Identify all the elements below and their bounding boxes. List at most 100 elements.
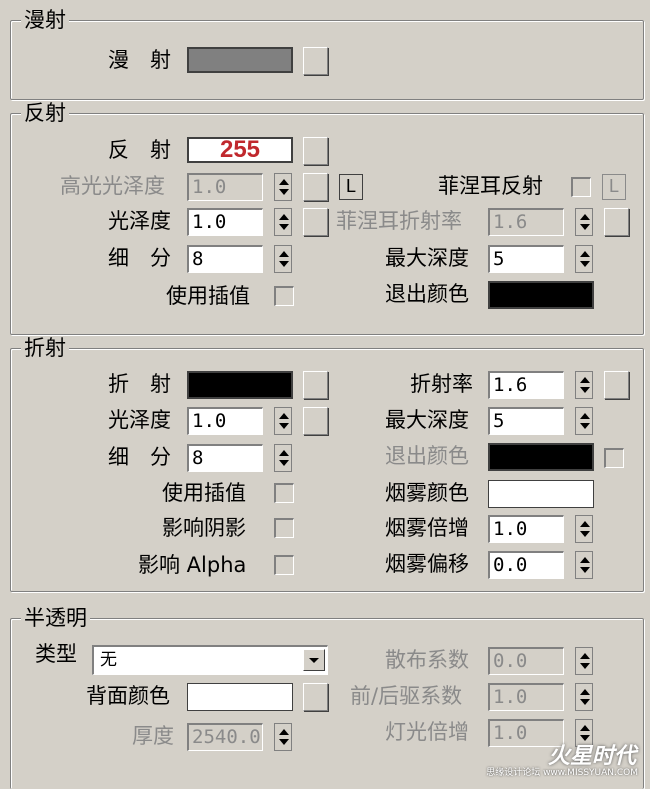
refraction-max-depth-spinner[interactable] [575,407,593,435]
back-color-label: 背面颜色 [86,684,170,708]
spin-up-icon [580,521,590,527]
spin-up-icon [279,251,289,257]
refraction-gloss-input[interactable]: 1.0 [187,407,263,435]
reflection-use-interp-checkbox[interactable] [274,286,294,306]
reflection-exit-color-label: 退出颜色 [385,282,469,306]
fresnel-reflection-checkbox[interactable] [571,177,591,197]
scatter-coeff-spinner[interactable] [575,647,593,675]
thickness-label: 厚度 [132,724,174,748]
reflection-label: 反 射 [108,138,171,162]
diffuse-color-swatch[interactable] [187,47,293,73]
refraction-gloss-spinner[interactable] [274,407,292,435]
refraction-color-swatch[interactable] [187,371,293,399]
fog-multiplier-spinner[interactable] [575,515,593,543]
reflection-color-swatch[interactable]: 255 [187,137,293,163]
spin-down-icon [580,663,590,669]
spin-down-icon [580,261,590,267]
spin-down-icon [580,699,590,705]
spin-up-icon [580,557,590,563]
spin-up-icon [580,725,590,731]
refraction-gloss-map-button[interactable] [303,407,328,435]
reflection-gloss-input[interactable]: 1.0 [187,208,263,236]
spin-up-icon [279,179,289,185]
affect-shadows-checkbox[interactable] [274,518,294,538]
back-color-swatch[interactable] [187,683,293,711]
affect-alpha-label: 影响 Alpha [138,553,247,577]
reflection-max-depth-input[interactable]: 5 [488,245,564,273]
spin-down-icon [580,531,590,537]
fog-bias-input[interactable]: 0.0 [488,551,564,579]
scatter-coeff-label: 散布系数 [385,648,469,672]
refraction-map-button[interactable] [303,371,328,399]
hilight-gloss-map-button[interactable] [303,173,328,201]
fwd-bck-coeff-input[interactable]: 1.0 [488,683,564,711]
spin-down-icon [580,567,590,573]
back-color-map-button[interactable] [303,683,328,711]
spin-down-icon [279,460,289,466]
reflection-subdivs-input[interactable]: 8 [187,245,263,273]
spin-down-icon [580,387,590,393]
hilight-lock-button[interactable]: L [339,174,363,200]
refraction-exit-color-swatch[interactable] [488,443,594,471]
reflection-max-depth-label: 最大深度 [385,246,469,270]
translucency-type-select[interactable]: 无 [92,645,328,675]
watermark-subtext: 思缘设计论坛 www.MISSYUAN.COM [486,768,638,778]
spin-down-icon [279,423,289,429]
ior-input[interactable]: 1.6 [488,371,564,399]
ior-label: 折射率 [410,372,473,396]
refraction-label: 折 射 [108,372,171,396]
reflection-gloss-spinner[interactable] [274,208,292,236]
fresnel-ior-spinner[interactable] [575,208,593,236]
fwd-bck-coeff-spinner[interactable] [575,683,593,711]
refraction-subdivs-spinner[interactable] [274,444,292,472]
spin-up-icon [580,377,590,383]
spin-up-icon [580,214,590,220]
spin-down-icon [279,224,289,230]
spin-down-icon [279,189,289,195]
spin-up-icon [279,413,289,419]
refraction-exit-color-label: 退出颜色 [385,444,469,468]
reflection-map-button[interactable] [303,137,328,165]
fog-bias-label: 烟雾偏移 [385,552,469,576]
spin-up-icon [279,214,289,220]
fog-multiplier-label: 烟雾倍增 [385,516,469,540]
spin-down-icon [580,423,590,429]
spin-down-icon [580,224,590,230]
refraction-max-depth-label: 最大深度 [385,408,469,432]
refraction-gloss-label: 光泽度 [108,408,171,432]
fog-color-swatch[interactable] [488,480,594,508]
diffuse-label: 漫 射 [108,48,171,72]
spin-up-icon [580,413,590,419]
refraction-subdivs-label: 细 分 [108,445,171,469]
spin-down-icon [279,261,289,267]
thickness-input[interactable]: 2540.0 [187,723,263,751]
ior-spinner[interactable] [575,371,593,399]
reflection-exit-color-swatch[interactable] [488,281,594,309]
reflection-gloss-map-button[interactable] [303,208,328,236]
ior-map-button[interactable] [604,371,629,399]
refraction-max-depth-input[interactable]: 5 [488,407,564,435]
affect-alpha-checkbox[interactable] [274,555,294,575]
refraction-subdivs-input[interactable]: 8 [187,444,263,472]
reflection-use-interp-label: 使用插值 [166,284,250,308]
reflection-max-depth-spinner[interactable] [575,245,593,273]
refraction-exit-color-checkbox[interactable] [604,448,624,468]
hilight-gloss-spinner[interactable] [274,173,292,201]
refraction-use-interp-checkbox[interactable] [274,483,294,503]
fog-bias-spinner[interactable] [575,551,593,579]
spin-up-icon [580,251,590,257]
fog-multiplier-input[interactable]: 1.0 [488,515,564,543]
reflection-group-title: 反射 [21,101,69,125]
thickness-spinner[interactable] [274,723,292,751]
diffuse-map-button[interactable] [303,47,328,75]
fresnel-ior-map-button[interactable] [604,208,629,236]
fresnel-ior-label: 菲涅耳折射率 [336,209,462,233]
scatter-coeff-input[interactable]: 0.0 [488,647,564,675]
fresnel-lock-button[interactable]: L [602,174,626,200]
spin-up-icon [279,729,289,735]
diffuse-group-title: 漫射 [21,8,69,32]
hilight-gloss-input[interactable]: 1.0 [187,173,263,201]
fresnel-ior-input[interactable]: 1.6 [488,208,564,236]
reflection-subdivs-spinner[interactable] [274,245,292,273]
chevron-down-icon[interactable] [303,649,325,671]
